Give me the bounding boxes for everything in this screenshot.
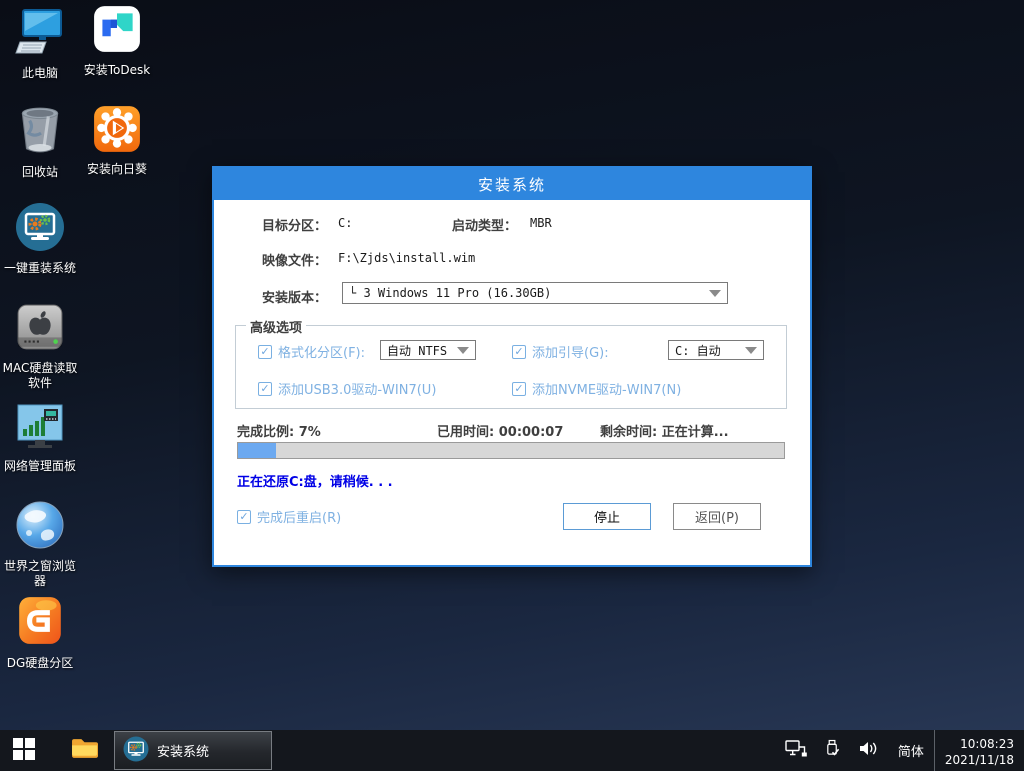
chevron-down-icon [709, 290, 721, 297]
target-partition-value: C: [338, 216, 352, 230]
desktop-icon-label: MAC硬盘读取软件 [1, 361, 79, 391]
usb3-driver-checkbox[interactable]: 添加USB3.0驱动-WIN7(U) [258, 379, 436, 398]
tray-time: 10:08:23 [960, 736, 1014, 752]
desktop-icon-reinstall[interactable]: 一键重装系统 [1, 202, 79, 276]
dialog-title: 安装系统 [478, 174, 546, 195]
checkbox-checked-icon [512, 382, 526, 396]
usb-icon [825, 739, 840, 762]
desktop-icon-network-panel[interactable]: 网络管理面板 [1, 404, 79, 474]
install-version-value: └ 3 Windows 11 Pro (16.30GB) [349, 286, 703, 300]
image-file-value: F:\Zjds\install.wim [338, 251, 475, 265]
desktop-icon-recycle-bin[interactable]: 回收站 [1, 104, 79, 180]
chevron-down-icon [457, 347, 469, 354]
restore-status-text: 正在还原C:盘，请稍候. . . [237, 471, 393, 490]
browser-globe-icon [15, 500, 65, 554]
add-boot-label: 添加引导(G): [532, 342, 609, 361]
remaining-time-text: 剩余时间: 正在计算... [600, 421, 729, 440]
desktop-icon-this-pc[interactable]: 此电脑 [1, 7, 79, 81]
advanced-options-group: 高级选项 格式化分区(F): 自动 NTFS 添加引导(G): C: 自动 添加… [235, 325, 787, 409]
volume-button[interactable] [849, 740, 888, 761]
progress-percent-text: 完成比例: 7% [237, 421, 321, 440]
input-language-button[interactable]: 简体 [888, 741, 934, 760]
network-panel-icon [16, 404, 64, 454]
desktop-icon-mac-disk[interactable]: MAC硬盘读取软件 [1, 302, 79, 391]
start-button[interactable] [0, 730, 48, 771]
checkbox-checked-icon [237, 510, 251, 524]
dialog-body: 目标分区： C: 启动类型： MBR 映像文件： F:\Zjds\install… [214, 200, 810, 565]
desktop-icon-sunflower[interactable]: 安装向日葵 [78, 105, 156, 177]
chevron-down-icon [745, 347, 757, 354]
sunflower-icon [92, 105, 142, 157]
tray-date: 2021/11/18 [945, 752, 1014, 768]
folder-icon [71, 737, 98, 764]
desktop: { "desktop": { "icons": [ { "label": "此电… [0, 0, 1024, 771]
taskbar-app-install-system[interactable]: 安装系统 [114, 731, 272, 770]
progress-bar-fill [238, 443, 276, 458]
nvme-driver-label: 添加NVME驱动-WIN7(N) [532, 379, 681, 398]
recycle-bin-icon [17, 104, 63, 160]
windows-logo-icon [13, 738, 35, 764]
boot-type-value: MBR [530, 216, 552, 230]
this-pc-icon [15, 7, 65, 61]
stop-button-label: 停止 [594, 507, 620, 526]
back-button-label: 返回(P) [695, 507, 739, 526]
format-mode-dropdown[interactable]: 自动 NTFS [380, 340, 476, 360]
clock-button[interactable]: 10:08:23 2021/11/18 [934, 730, 1024, 771]
restart-after-label: 完成后重启(R) [257, 507, 341, 526]
add-boot-checkbox[interactable]: 添加引导(G): [512, 342, 609, 361]
desktop-icon-label: 安装向日葵 [87, 162, 147, 177]
image-file-label: 映像文件： [262, 250, 327, 269]
desktop-icon-label: 回收站 [22, 165, 58, 180]
desktop-icon-label: 网络管理面板 [4, 459, 76, 474]
file-explorer-button[interactable] [62, 730, 106, 771]
target-partition-label: 目标分区： [262, 215, 327, 234]
taskbar: 安装系统 [0, 730, 1024, 771]
checkbox-checked-icon [258, 382, 272, 396]
install-version-label: 安装版本： [262, 287, 327, 306]
reinstall-system-icon [15, 202, 65, 256]
desktop-icon-label: 世界之窗浏览器 [1, 559, 79, 589]
install-version-dropdown[interactable]: └ 3 Windows 11 Pro (16.30GB) [342, 282, 728, 304]
desktop-icon-label: 一键重装系统 [4, 261, 76, 276]
desktop-icon-label: 此电脑 [22, 66, 58, 81]
desktop-icon-todesk[interactable]: 安装ToDesk [78, 4, 156, 78]
elapsed-time-text: 已用时间: 00:00:07 [437, 421, 563, 440]
checkbox-checked-icon [512, 345, 526, 359]
format-mode-value: 自动 NTFS [387, 342, 451, 359]
system-tray: 简体 10:08:23 2021/11/18 [776, 730, 1024, 771]
usb-eject-button[interactable] [816, 739, 849, 762]
desktop-icon-label: DG硬盘分区 [7, 656, 74, 671]
mac-disk-icon [15, 302, 65, 356]
desktop-icon-browser[interactable]: 世界之窗浏览器 [1, 500, 79, 589]
boot-target-dropdown[interactable]: C: 自动 [668, 340, 764, 360]
network-tray-button[interactable] [776, 740, 816, 761]
format-partition-checkbox[interactable]: 格式化分区(F): [258, 342, 365, 361]
advanced-options-legend: 高级选项 [246, 317, 306, 336]
network-icon [785, 740, 807, 761]
taskbar-app-label: 安装系统 [157, 741, 209, 760]
nvme-driver-checkbox[interactable]: 添加NVME驱动-WIN7(N) [512, 379, 681, 398]
desktop-icon-dg-partition[interactable]: DG硬盘分区 [1, 595, 79, 671]
checkbox-checked-icon [258, 345, 272, 359]
todesk-icon [92, 4, 142, 58]
stop-button[interactable]: 停止 [563, 503, 651, 530]
progress-bar [237, 442, 785, 459]
boot-target-value: C: 自动 [675, 342, 739, 359]
back-button[interactable]: 返回(P) [673, 503, 761, 530]
usb3-driver-label: 添加USB3.0驱动-WIN7(U) [278, 379, 436, 398]
install-system-dialog: 安装系统 目标分区： C: 启动类型： MBR 映像文件： F:\Zjds\in… [212, 166, 812, 567]
boot-type-label: 启动类型： [452, 215, 517, 234]
install-system-app-icon [123, 736, 149, 766]
restart-after-checkbox[interactable]: 完成后重启(R) [237, 507, 341, 526]
desktop-icon-label: 安装ToDesk [84, 63, 150, 78]
speaker-icon [858, 740, 879, 761]
format-partition-label: 格式化分区(F): [278, 342, 365, 361]
dialog-title-bar[interactable]: 安装系统 [214, 168, 810, 200]
dg-partition-icon [15, 595, 65, 651]
